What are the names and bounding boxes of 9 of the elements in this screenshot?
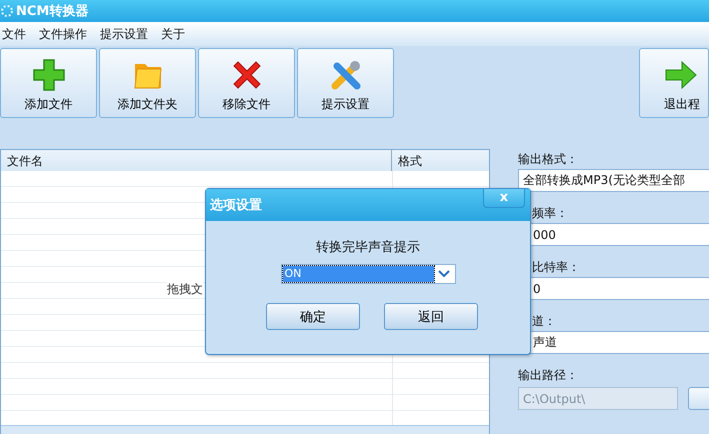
prompt-label: 转换完毕声音提示 bbox=[316, 239, 420, 256]
setting-label: 输出路径： bbox=[518, 367, 579, 384]
setting-label: 频率： bbox=[531, 205, 569, 222]
drop-hint: 拖拽文 bbox=[167, 281, 203, 297]
dialog-title: 选项设置 bbox=[210, 197, 262, 214]
setting-label: 道： bbox=[531, 313, 557, 330]
setting-label: 比特率： bbox=[531, 259, 581, 276]
setting-label: 输出格式： bbox=[518, 151, 579, 168]
window-title: NCM转换器 bbox=[16, 3, 88, 20]
